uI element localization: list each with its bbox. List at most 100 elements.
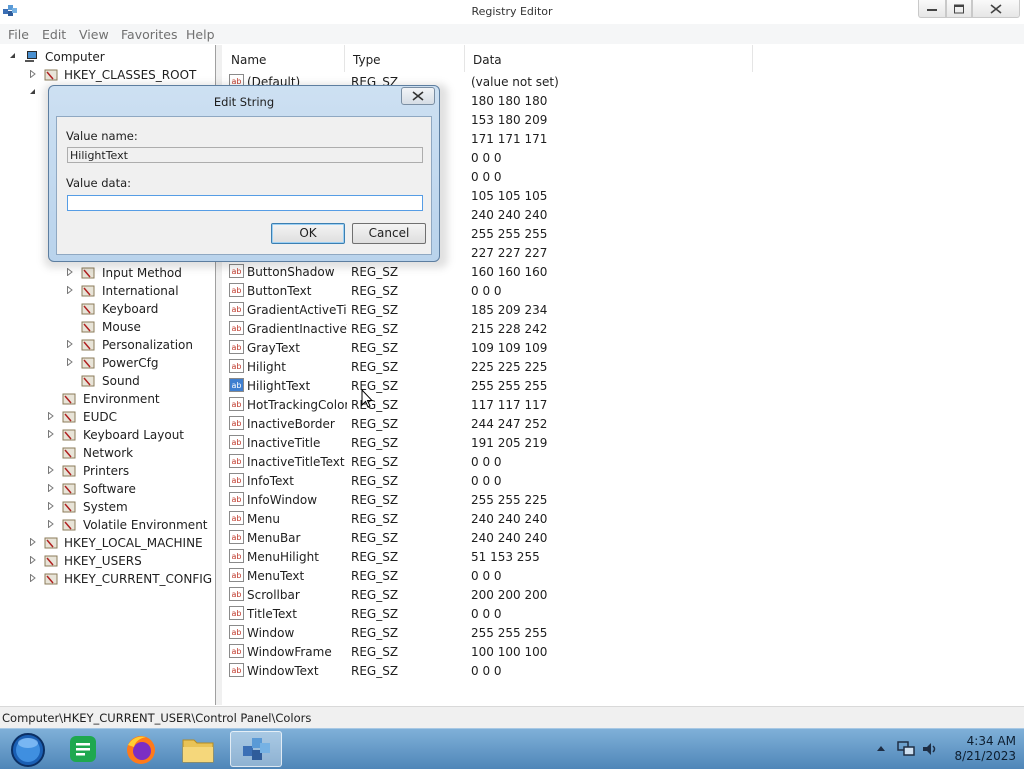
tree-label: International — [102, 284, 179, 298]
tree-label: Mouse — [102, 320, 141, 334]
svg-text:ab: ab — [232, 400, 242, 409]
svg-text:ab: ab — [232, 457, 242, 466]
value-name-field[interactable]: HilightText — [67, 147, 423, 163]
value-data-input[interactable] — [67, 195, 423, 211]
value-data: 240 240 240 — [471, 531, 548, 545]
close-button[interactable] — [972, 0, 1020, 18]
string-value-icon: ab — [229, 435, 244, 449]
value-type: REG_SZ — [351, 360, 399, 374]
table-row[interactable]: ab InactiveTitleText REG_SZ 0 0 0 — [223, 452, 783, 471]
tree-label: Environment — [83, 392, 160, 406]
string-value-icon: ab — [229, 530, 244, 544]
dialog-close-button[interactable] — [401, 87, 435, 105]
show-hidden-icons-icon[interactable] — [876, 744, 886, 752]
system-clock[interactable]: 4:34 AM 8/21/2023 — [946, 734, 1016, 764]
table-row[interactable]: ab InfoText REG_SZ 0 0 0 — [223, 471, 783, 490]
taskbar-notes-app[interactable] — [58, 731, 110, 767]
table-row[interactable]: ab Hilight REG_SZ 225 225 225 — [223, 357, 783, 376]
table-row[interactable]: ab InactiveTitle REG_SZ 191 205 219 — [223, 433, 783, 452]
volume-icon[interactable] — [921, 741, 939, 757]
value-name: MenuHilight — [247, 550, 319, 564]
value-data: 153 180 209 — [471, 113, 548, 127]
expand-arrow-icon — [48, 466, 54, 474]
folder-icon — [62, 501, 76, 513]
string-value-icon: ab — [229, 663, 244, 677]
value-type: REG_SZ — [351, 664, 399, 678]
svg-text:ab: ab — [232, 286, 242, 295]
value-data: 255 255 255 — [471, 379, 548, 393]
table-row[interactable]: ab WindowFrame REG_SZ 100 100 100 — [223, 642, 783, 661]
expand-arrow-icon — [67, 286, 73, 294]
network-icon[interactable] — [897, 741, 915, 757]
cancel-button[interactable]: Cancel — [352, 223, 426, 244]
table-row[interactable]: ab GradientActiveTitle REG_SZ 185 209 234 — [223, 300, 783, 319]
expand-arrow-icon — [48, 520, 54, 528]
expand-arrow-icon — [67, 358, 73, 366]
table-row[interactable]: ab GradientInactiveT... REG_SZ 215 228 242 — [223, 319, 783, 338]
svg-text:ab: ab — [232, 590, 242, 599]
close-icon — [990, 3, 1002, 14]
table-row[interactable]: ab Scrollbar REG_SZ 200 200 200 — [223, 585, 783, 604]
maximize-button[interactable] — [946, 0, 972, 18]
string-value-icon: ab — [229, 283, 244, 297]
expand-arrow-icon — [67, 268, 73, 276]
table-row[interactable]: ab HotTrackingColor REG_SZ 117 117 117 — [223, 395, 783, 414]
collapse-arrow-icon — [10, 53, 15, 58]
status-path: Computer\HKEY_CURRENT_USER\Control Panel… — [2, 711, 312, 725]
taskbar-registry-editor[interactable] — [230, 731, 282, 767]
table-row[interactable]: ab InfoWindow REG_SZ 255 255 225 — [223, 490, 783, 509]
menu-favorites[interactable]: Favorites — [121, 27, 177, 42]
svg-text:ab: ab — [232, 666, 242, 675]
table-row[interactable]: ab TitleText REG_SZ 0 0 0 — [223, 604, 783, 623]
ok-button[interactable]: OK — [271, 223, 345, 244]
table-row[interactable]: ab MenuText REG_SZ 0 0 0 — [223, 566, 783, 585]
table-row[interactable]: ab Menu REG_SZ 240 240 240 — [223, 509, 783, 528]
value-data: 200 200 200 — [471, 588, 548, 602]
table-row[interactable]: ab ButtonText REG_SZ 0 0 0 — [223, 281, 783, 300]
value-data: 100 100 100 — [471, 645, 548, 659]
table-row[interactable]: ab MenuHilight REG_SZ 51 153 255 — [223, 547, 783, 566]
table-row[interactable]: ab InactiveBorder REG_SZ 244 247 252 — [223, 414, 783, 433]
clock-date: 8/21/2023 — [954, 749, 1016, 763]
firefox-icon — [127, 736, 155, 764]
start-button[interactable] — [2, 731, 54, 767]
table-row[interactable]: ab GrayText REG_SZ 109 109 109 — [223, 338, 783, 357]
menu-help[interactable]: Help — [186, 27, 215, 42]
taskbar-file-explorer[interactable] — [172, 731, 224, 767]
tree-label: HKEY_LOCAL_MACHINE — [64, 536, 203, 550]
table-row[interactable]: ab HilightText REG_SZ 255 255 255 — [223, 376, 783, 395]
table-row[interactable]: ab WindowText REG_SZ 0 0 0 — [223, 661, 783, 680]
string-value-icon: ab — [229, 359, 244, 373]
value-name: InactiveTitleText — [247, 455, 345, 469]
svg-text:ab: ab — [232, 438, 242, 447]
tree-label: Volatile Environment — [83, 518, 208, 532]
close-icon — [412, 91, 424, 101]
menu-edit[interactable]: Edit — [42, 27, 66, 42]
expand-arrow-icon — [48, 502, 54, 510]
string-value-icon: ab — [229, 454, 244, 468]
value-type: REG_SZ — [351, 626, 399, 640]
value-data: 244 247 252 — [471, 417, 548, 431]
string-value-icon: ab — [229, 568, 244, 582]
column-header-data[interactable]: Data — [465, 45, 753, 72]
value-data: 171 171 171 — [471, 132, 548, 146]
taskbar-firefox[interactable] — [114, 731, 166, 767]
folder-icon — [81, 339, 95, 351]
value-name: GradientActiveTitle — [247, 303, 347, 317]
minimize-button[interactable] — [918, 0, 946, 18]
string-value-icon: ab — [229, 644, 244, 658]
svg-text:ab: ab — [232, 495, 242, 504]
table-row[interactable]: ab MenuBar REG_SZ 240 240 240 — [223, 528, 783, 547]
value-type: REG_SZ — [351, 512, 399, 526]
column-header-type[interactable]: Type — [345, 45, 465, 72]
menu-view[interactable]: View — [79, 27, 109, 42]
svg-text:ab: ab — [232, 628, 242, 637]
value-data: 0 0 0 — [471, 607, 502, 621]
menu-file[interactable]: File — [8, 27, 29, 42]
column-header-name[interactable]: Name — [223, 45, 345, 72]
folder-icon — [81, 357, 95, 369]
value-name: HilightText — [247, 379, 311, 393]
expand-arrow-icon — [30, 538, 36, 546]
table-row[interactable]: ab Window REG_SZ 255 255 255 — [223, 623, 783, 642]
string-value-icon: ab — [229, 473, 244, 487]
